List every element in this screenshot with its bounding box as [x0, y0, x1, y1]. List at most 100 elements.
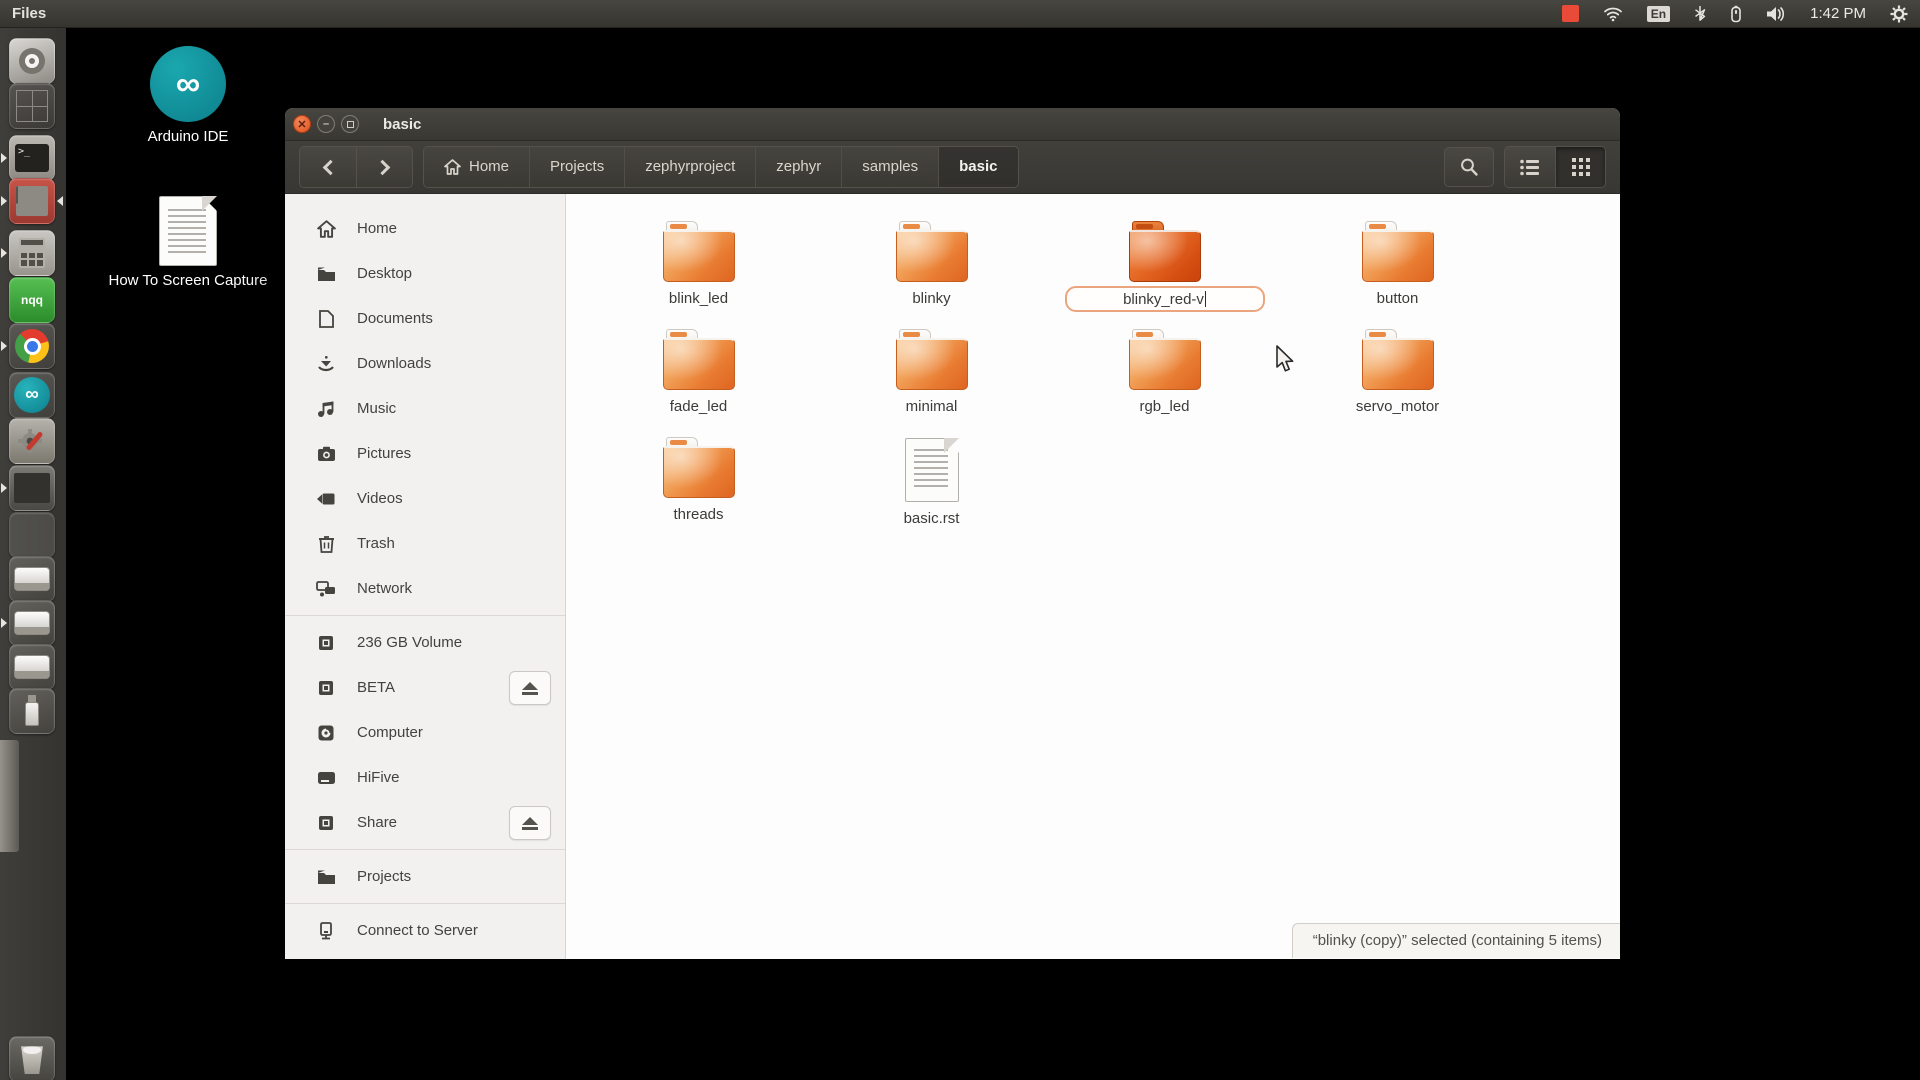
recording-indicator-icon[interactable]	[1562, 5, 1579, 22]
breadcrumb-basic[interactable]: basic	[938, 147, 1017, 187]
file-view[interactable]: blink_led blinky blinky_red-v	[566, 194, 1620, 959]
arduino-logo-icon: ∞	[150, 46, 226, 122]
file-item-blinky[interactable]: blinky	[815, 220, 1048, 328]
document-icon	[159, 196, 217, 266]
sidebar-label: Downloads	[357, 355, 431, 372]
launcher-item-arduino[interactable]: ∞	[9, 372, 55, 418]
launcher-item-files[interactable]	[9, 178, 55, 224]
close-button[interactable]: ✕	[293, 115, 311, 133]
eject-button[interactable]	[509, 671, 551, 705]
search-icon	[1459, 157, 1479, 177]
launcher-item-terminal[interactable]: >_	[9, 135, 55, 181]
sidebar-item-pictures[interactable]: Pictures	[285, 431, 565, 476]
breadcrumb-projects[interactable]: Projects	[529, 147, 624, 187]
sidebar-item-music[interactable]: Music	[285, 386, 565, 431]
sidebar-item-documents[interactable]: Documents	[285, 296, 565, 341]
trash-icon	[315, 535, 337, 553]
file-item-blink_led[interactable]: blink_led	[582, 220, 815, 328]
wifi-icon[interactable]	[1603, 6, 1623, 22]
sidebar-label: Trash	[357, 535, 395, 552]
sidebar-item-projects[interactable]: Projects	[285, 854, 565, 899]
forward-button[interactable]	[356, 147, 412, 187]
sidebar-label: Desktop	[357, 265, 412, 282]
active-app-name[interactable]: Files	[12, 5, 46, 22]
rename-input[interactable]: blinky_red-v	[1065, 286, 1265, 312]
launcher-item-drive-3[interactable]	[9, 644, 55, 690]
sidebar-item-beta[interactable]: BETA	[285, 665, 565, 710]
clock[interactable]: 1:42 PM	[1810, 5, 1866, 22]
volume-icon[interactable]	[1766, 6, 1786, 22]
launcher-item-calculator[interactable]	[9, 230, 55, 276]
file-item-minimal[interactable]: minimal	[815, 328, 1048, 436]
back-button[interactable]	[300, 147, 356, 187]
breadcrumb-label: Home	[469, 147, 509, 187]
launcher-item-notepadqq[interactable]: nqq	[9, 277, 55, 323]
sidebar-label: Documents	[357, 310, 433, 327]
sidebar-separator	[285, 615, 565, 616]
breadcrumb-zephyrproject[interactable]: zephyrproject	[624, 147, 755, 187]
file-item-rgb_led[interactable]: rgb_led	[1048, 328, 1281, 436]
sidebar-item-network[interactable]: Network	[285, 566, 565, 611]
titlebar[interactable]: ✕ – basic	[285, 108, 1620, 141]
sidebar-item-videos[interactable]: Videos	[285, 476, 565, 521]
sidebar-item-home[interactable]: Home	[285, 206, 565, 251]
launcher-item-chrome[interactable]	[9, 323, 55, 369]
bluetooth-icon[interactable]	[1694, 5, 1706, 22]
keyboard-layout-indicator[interactable]: En	[1647, 6, 1670, 22]
breadcrumb-home[interactable]: Home	[424, 147, 529, 187]
launcher-item-usb-drive[interactable]	[9, 688, 55, 734]
maximize-button[interactable]	[341, 115, 359, 133]
search-button[interactable]	[1444, 147, 1494, 187]
file-label: threads	[673, 506, 723, 523]
grid-view-button[interactable]	[1555, 147, 1605, 187]
launcher-item-app[interactable]	[9, 512, 55, 558]
breadcrumb-label: Projects	[550, 147, 604, 187]
launcher-item-drive-2[interactable]	[9, 600, 55, 646]
sidebar-item-computer[interactable]: Computer	[285, 710, 565, 755]
sidebar-item-desktop[interactable]: Desktop	[285, 251, 565, 296]
sidebar-item-connect-to-server[interactable]: Connect to Server	[285, 908, 565, 953]
sidebar-item-236-gb-volume[interactable]: 236 GB Volume	[285, 620, 565, 665]
sidebar-item-downloads[interactable]: Downloads	[285, 341, 565, 386]
launcher-item-drive-1[interactable]	[9, 556, 55, 602]
file-item-renaming[interactable]: blinky_red-v	[1048, 220, 1281, 328]
folder-icon	[663, 338, 735, 390]
session-gear-icon[interactable]	[1890, 5, 1908, 23]
sidebar-item-hifive[interactable]: HiFive	[285, 755, 565, 800]
file-item-threads[interactable]: threads	[582, 436, 815, 544]
file-item-fade_led[interactable]: fade_led	[582, 328, 815, 436]
desktop-icon	[315, 266, 337, 282]
clapperboard-icon	[14, 473, 50, 503]
desktop-icon-arduino-ide[interactable]: ∞ Arduino IDE	[108, 46, 268, 145]
breadcrumb-samples[interactable]: samples	[841, 147, 938, 187]
file-item-servo_motor[interactable]: servo_motor	[1281, 328, 1514, 436]
desktop-icon-label: How To Screen Capture	[78, 272, 298, 289]
sidebar-item-share[interactable]: Share	[285, 800, 565, 845]
eject-button[interactable]	[509, 806, 551, 840]
sidebar-separator	[285, 903, 565, 904]
toolbar: Home Projects zephyrproject zephyr sampl…	[285, 141, 1620, 194]
notepadqq-icon: nqq	[21, 293, 43, 307]
sidebar-item-trash[interactable]: Trash	[285, 521, 565, 566]
launcher-item-system-tools[interactable]	[9, 418, 55, 464]
launcher-item-ubuntu-dash[interactable]	[9, 38, 55, 84]
launcher-item-trash[interactable]	[9, 1036, 55, 1080]
workspaces-icon	[16, 90, 48, 122]
home-icon	[315, 220, 337, 238]
grid-view-icon	[1572, 158, 1590, 176]
home-icon	[444, 159, 461, 175]
file-item-basic-rst[interactable]: basic.rst	[815, 436, 1048, 544]
launcher-item-workspace-switcher[interactable]	[9, 83, 55, 129]
sidebar-label: Share	[357, 814, 397, 831]
launcher-item-video-editor[interactable]	[9, 465, 55, 511]
calculator-icon	[19, 238, 45, 268]
sidebar-label: Home	[357, 220, 397, 237]
list-view-button[interactable]	[1505, 147, 1555, 187]
terminal-icon: >_	[15, 144, 49, 172]
battery-icon[interactable]	[1730, 5, 1742, 23]
file-item-button[interactable]: button	[1281, 220, 1514, 328]
minimize-button[interactable]: –	[317, 115, 335, 133]
arduino-icon: ∞	[14, 377, 50, 413]
desktop-icon-how-to-screen-capture[interactable]: How To Screen Capture	[78, 196, 298, 289]
breadcrumb-zephyr[interactable]: zephyr	[755, 147, 841, 187]
